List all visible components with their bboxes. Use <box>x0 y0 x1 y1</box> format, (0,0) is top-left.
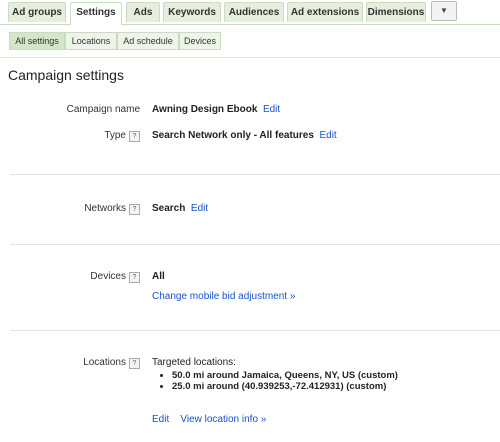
tab-keywords[interactable]: Keywords <box>163 2 221 22</box>
campaign-name-value: Awning Design Ebook <box>152 104 258 115</box>
change-mobile-bid-link[interactable]: Change mobile bid adjustment » <box>152 291 295 302</box>
location-item: 25.0 mi around (40.939253,-72.412931) (c… <box>172 381 412 392</box>
view-location-info-link[interactable]: View location info » <box>180 414 266 425</box>
locations-help-icon[interactable]: ? <box>129 358 140 369</box>
tab-ad-groups[interactable]: Ad groups <box>8 2 66 22</box>
locations-edit-link[interactable]: Edit <box>152 414 169 425</box>
page-title: Campaign settings <box>8 67 124 83</box>
subtab-devices[interactable]: Devices <box>179 32 221 50</box>
main-tab-bar: Ad groups Settings Ads Keywords Audience… <box>0 0 500 25</box>
subtab-locations[interactable]: Locations <box>65 32 117 50</box>
tab-settings[interactable]: Settings <box>70 2 122 25</box>
networks-label: Networks <box>84 203 126 214</box>
campaign-name-row: Awning Design Ebook Edit <box>152 104 280 115</box>
networks-help-icon[interactable]: ? <box>129 204 140 215</box>
devices-value: All <box>152 271 165 282</box>
type-edit-link[interactable]: Edit <box>319 130 336 141</box>
networks-row: Search Edit <box>152 203 208 214</box>
networks-value: Search <box>152 203 186 214</box>
tab-dimensions[interactable]: Dimensions <box>366 2 426 22</box>
targeted-locations-heading: Targeted locations: <box>152 357 236 368</box>
type-help-icon[interactable]: ? <box>129 131 140 142</box>
type-row: Search Network only - All features Edit <box>152 130 337 141</box>
subtab-ad-schedule[interactable]: Ad schedule <box>117 32 179 50</box>
section-divider <box>10 244 500 245</box>
tab-ad-extensions[interactable]: Ad extensions <box>287 2 363 22</box>
locations-label: Locations <box>83 357 126 368</box>
devices-value-wrap: All <box>152 271 165 282</box>
more-tabs-dropdown-icon[interactable]: ▼ <box>431 1 457 21</box>
section-divider <box>10 174 500 175</box>
devices-help-icon[interactable]: ? <box>129 272 140 283</box>
tab-audiences[interactable]: Audiences <box>224 2 284 22</box>
tab-ads[interactable]: Ads <box>126 2 160 22</box>
campaign-name-edit-link[interactable]: Edit <box>263 104 280 115</box>
networks-edit-link[interactable]: Edit <box>191 203 208 214</box>
subtab-divider <box>0 57 500 58</box>
type-value: Search Network only - All features <box>152 130 314 141</box>
type-label: Type <box>104 130 126 141</box>
devices-label: Devices <box>90 271 126 282</box>
subtab-all-settings[interactable]: All settings <box>9 32 65 50</box>
locations-actions: Edit View location info » <box>152 414 266 425</box>
campaign-name-label: Campaign name <box>66 104 140 115</box>
targeted-locations-list: 50.0 mi around Jamaica, Queens, NY, US (… <box>160 370 412 392</box>
campaign-settings-page: Ad groups Settings Ads Keywords Audience… <box>0 0 500 442</box>
section-divider <box>10 330 500 331</box>
location-item: 50.0 mi around Jamaica, Queens, NY, US (… <box>172 370 412 381</box>
